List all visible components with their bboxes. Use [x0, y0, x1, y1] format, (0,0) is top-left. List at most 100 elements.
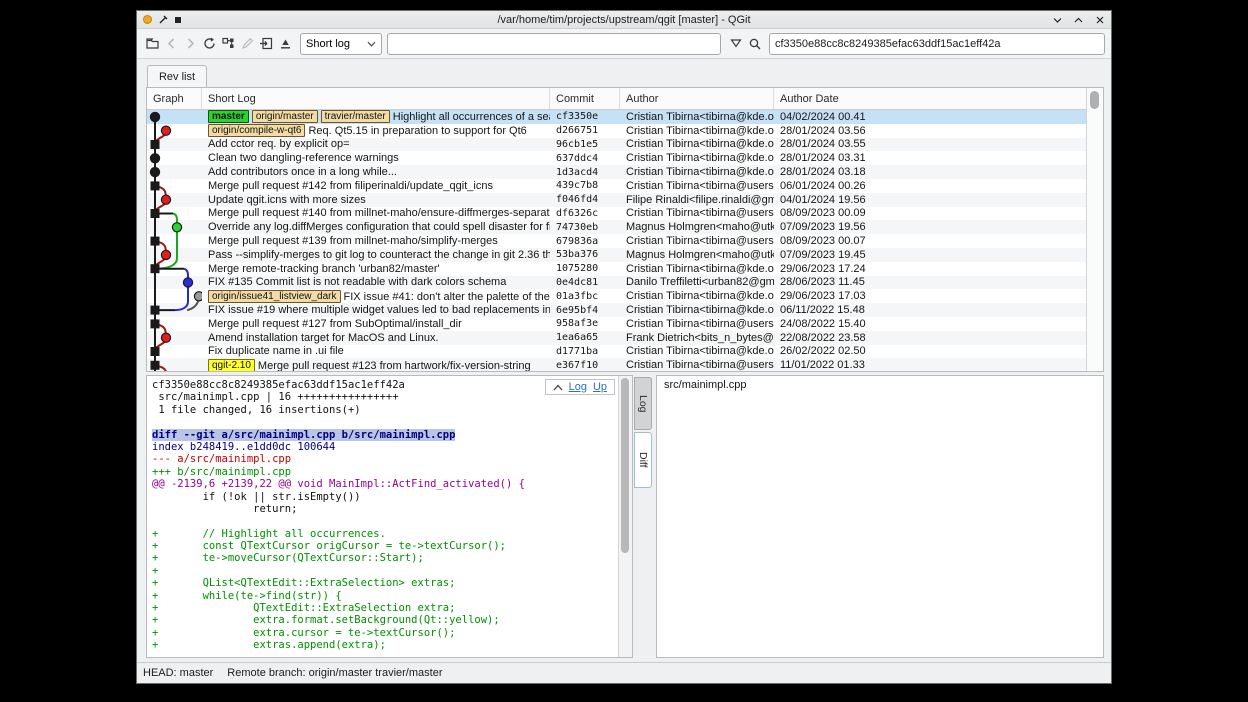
tab-rev-list[interactable]: Rev list: [147, 65, 207, 87]
commit-subject: Add contributors once in a long while...: [208, 166, 397, 178]
commit-sha: 01a3fbc: [550, 291, 620, 302]
table-row[interactable]: masterorigin/mastertravier/masterHighlig…: [147, 110, 1103, 124]
diff-scrollbar-thumb[interactable]: [621, 378, 629, 553]
diff-nav: Log Up: [545, 379, 615, 395]
commit-sha: 74730eb: [550, 222, 620, 233]
diff-scrollbar[interactable]: [618, 376, 632, 657]
commit-author: Cristian Tibirna<tibirna@kde.org>: [620, 111, 774, 123]
tab-diff[interactable]: Diff: [634, 432, 652, 488]
branch-badge: travier/master: [321, 110, 390, 123]
table-row[interactable]: origin/issue41_listview_darkFIX issue #4…: [147, 289, 1103, 303]
table-row[interactable]: FIX issue #19 where multiple widget valu…: [147, 303, 1103, 317]
table-row[interactable]: Merge pull request #140 from millnet-mah…: [147, 207, 1103, 221]
minimize-button[interactable]: [1052, 14, 1063, 25]
save-patch-button[interactable]: [276, 33, 295, 55]
table-row[interactable]: Override any log.diffMerges configuratio…: [147, 220, 1103, 234]
desktop: /var/home/tim/projects/upstream/qgit [ma…: [0, 0, 1248, 702]
commit-date: 28/01/2024 03.18: [774, 166, 1103, 178]
commit-date: 28/06/2023 11.45: [774, 276, 1103, 288]
diff-line: + extra.format.setBackground(Qt::yellow)…: [152, 614, 617, 626]
diff-line: index b248419..e1dd0dc 100644: [152, 441, 617, 453]
branch-badge: origin/master: [252, 110, 318, 123]
filter-button[interactable]: [726, 33, 745, 55]
revlist-scrollbar-thumb[interactable]: [1090, 91, 1099, 109]
commit-subject: Merge pull request #142 from filiperinal…: [208, 180, 493, 192]
diff-line: if (!ok || str.isEmpty()): [152, 491, 617, 503]
search-input[interactable]: [387, 33, 721, 55]
file-list-item[interactable]: src/mainimpl.cpp: [657, 376, 1103, 394]
diff-line: 1 file changed, 16 insertions(+): [152, 404, 617, 416]
commit-sha: 96cb1e5: [550, 139, 620, 150]
up-link[interactable]: Up: [593, 381, 607, 393]
table-row[interactable]: origin/compile-w-qt6Req. Qt5.15 in prepa…: [147, 124, 1103, 138]
commit-sha: 637ddc4: [550, 153, 620, 164]
commit-sha: d1771ba: [550, 346, 620, 357]
forward-button[interactable]: [181, 33, 200, 55]
find-button[interactable]: [745, 33, 764, 55]
maximize-button[interactable]: [1073, 14, 1084, 25]
commit-sha: 439c7b8: [550, 180, 620, 191]
apply-patch-button[interactable]: [257, 33, 276, 55]
log-link[interactable]: Log: [569, 381, 587, 393]
tree-view-button[interactable]: [219, 33, 238, 55]
table-row[interactable]: Add cctor req. by explicit op= 96cb1e5 C…: [147, 138, 1103, 152]
table-row[interactable]: Merge pull request #127 from SubOptimal/…: [147, 317, 1103, 331]
forward-chevron-icon: [183, 36, 198, 51]
back-button[interactable]: [162, 33, 181, 55]
diff-panel: Log Up cf3350e88cc8c8249385efac63ddf15ac…: [146, 375, 633, 658]
table-row[interactable]: Merge pull request #139 from millnet-mah…: [147, 234, 1103, 248]
commit-author: Magnus Holmgren<maho@utklipp...: [620, 221, 774, 233]
col-header-graph[interactable]: Graph: [147, 88, 202, 109]
edit-button[interactable]: [238, 33, 257, 55]
commit-author: Cristian Tibirna<tibirna@kde.org>: [620, 152, 774, 164]
magnifier-icon: [748, 37, 762, 51]
diff-line: @@ -2139,6 +2139,22 @@ void MainImpl::Ac…: [152, 478, 617, 490]
diff-line: + QTextEdit::ExtraSelection extra;: [152, 602, 617, 614]
commit-date: 04/02/2024 00.41: [774, 111, 1103, 123]
commit-date: 28/01/2024 03.56: [774, 125, 1103, 137]
table-row[interactable]: FIX #135 Commit list is not readable wit…: [147, 276, 1103, 290]
diff-line: + // Highlight all occurrences.: [152, 528, 617, 540]
table-row[interactable]: Fix duplicate name in .ui file d1771ba C…: [147, 345, 1103, 359]
col-header-author-date[interactable]: Author Date: [774, 88, 1103, 109]
commit-author: Cristian Tibirna<tibirna@kde.org>: [620, 138, 774, 150]
branch-badge: origin/issue41_listview_dark: [208, 290, 341, 303]
tab-log[interactable]: Log: [634, 377, 652, 430]
commit-author: Frank Dietrich<bits_n_bytes@gmx....: [620, 332, 774, 344]
table-row[interactable]: Amend installation target for MacOS and …: [147, 331, 1103, 345]
commit-subject: Update qgit.icns with more sizes: [208, 194, 366, 206]
commit-date: 28/01/2024 03.31: [774, 152, 1103, 164]
open-folder-button[interactable]: [143, 33, 162, 55]
table-row[interactable]: Merge remote-tracking branch 'urban82/ma…: [147, 262, 1103, 276]
table-row[interactable]: Add contributors once in a long while...…: [147, 165, 1103, 179]
log-mode-select[interactable]: Short log: [300, 33, 382, 55]
diff-line: --- a/src/mainimpl.cpp: [152, 453, 617, 465]
col-header-author[interactable]: Author: [620, 88, 774, 109]
col-header-short-log[interactable]: Short Log: [202, 88, 550, 109]
app-dot-icon: [143, 15, 152, 24]
commit-date: 29/06/2023 17.03: [774, 290, 1103, 302]
commit-subject: Add cctor req. by explicit op=: [208, 138, 350, 150]
revlist-scrollbar[interactable]: [1086, 88, 1103, 371]
commit-author: Cristian Tibirna<tibirna@users.nor...: [620, 180, 774, 192]
col-header-commit[interactable]: Commit: [550, 88, 620, 109]
commit-sha: 1075280: [550, 263, 620, 274]
refresh-button[interactable]: [200, 33, 219, 55]
table-row[interactable]: qgit-2.10Merge pull request #123 from ha…: [147, 358, 1103, 372]
sha-input[interactable]: [769, 33, 1105, 55]
pin-icon: [158, 15, 168, 25]
table-row[interactable]: Merge pull request #142 from filiperinal…: [147, 179, 1103, 193]
commit-date: 07/09/2023 19.45: [774, 249, 1103, 261]
table-row[interactable]: Clean two dangling-reference warnings 63…: [147, 151, 1103, 165]
vertical-tabbar: Log Diff: [634, 375, 654, 658]
commit-date: 04/01/2024 19.56: [774, 194, 1103, 206]
diff-text[interactable]: cf3350e88cc8c8249385efac63ddf15ac1eff42a…: [152, 379, 617, 655]
commit-subject: Fix duplicate name in .ui file: [208, 345, 344, 357]
commit-subject: Merge remote-tracking branch 'urban82/ma…: [208, 263, 440, 275]
commit-date: 06/11/2022 15.48: [774, 304, 1103, 316]
table-row[interactable]: Update qgit.icns with more sizes f046fd4…: [147, 193, 1103, 207]
commit-sha: cf3350e: [550, 111, 620, 122]
commit-subject: Merge pull request #123 from hartwork/fi…: [258, 360, 531, 372]
table-row[interactable]: Pass --simplify-merges to git log to cou…: [147, 248, 1103, 262]
close-button[interactable]: [1094, 14, 1105, 25]
